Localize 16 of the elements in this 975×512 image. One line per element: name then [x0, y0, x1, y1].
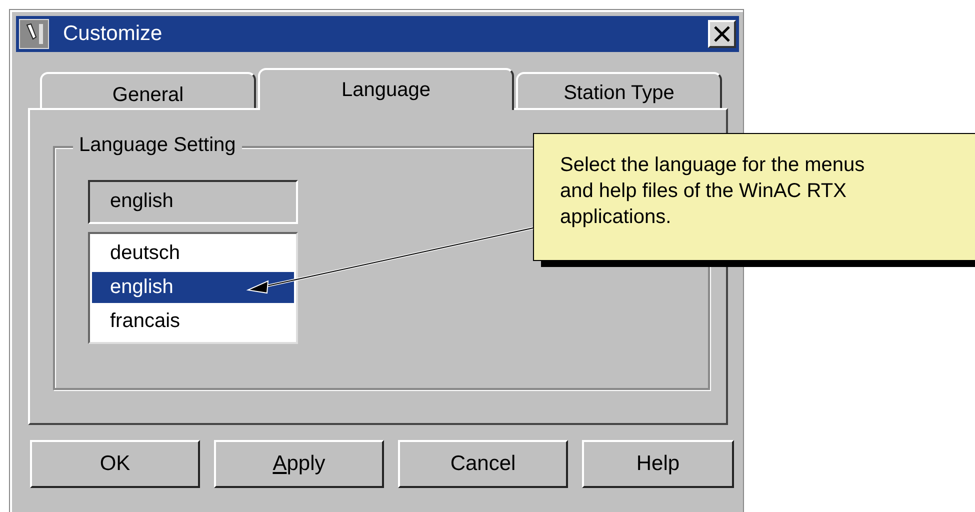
language-list[interactable]: deutsch english francais	[88, 232, 298, 344]
tab[interactable]: General	[40, 72, 256, 108]
dialog-button[interactable]: OK	[30, 440, 200, 488]
group-title: Language Setting	[73, 134, 242, 157]
close-button[interactable]	[708, 20, 736, 48]
tab[interactable]: Language	[258, 68, 514, 110]
list-item[interactable]: deutsch	[92, 238, 294, 269]
window-title: Customize	[63, 22, 164, 46]
pen-icon	[19, 19, 49, 49]
dialog-button[interactable]: Apply	[214, 440, 384, 488]
selected-language-field[interactable]: english	[88, 180, 298, 224]
dialog-button[interactable]: Cancel	[398, 440, 568, 488]
dialog-button[interactable]: Help	[582, 440, 734, 488]
list-item[interactable]: english	[92, 272, 294, 303]
tab[interactable]: Station Type	[516, 72, 722, 108]
list-item[interactable]: francais	[92, 306, 294, 337]
